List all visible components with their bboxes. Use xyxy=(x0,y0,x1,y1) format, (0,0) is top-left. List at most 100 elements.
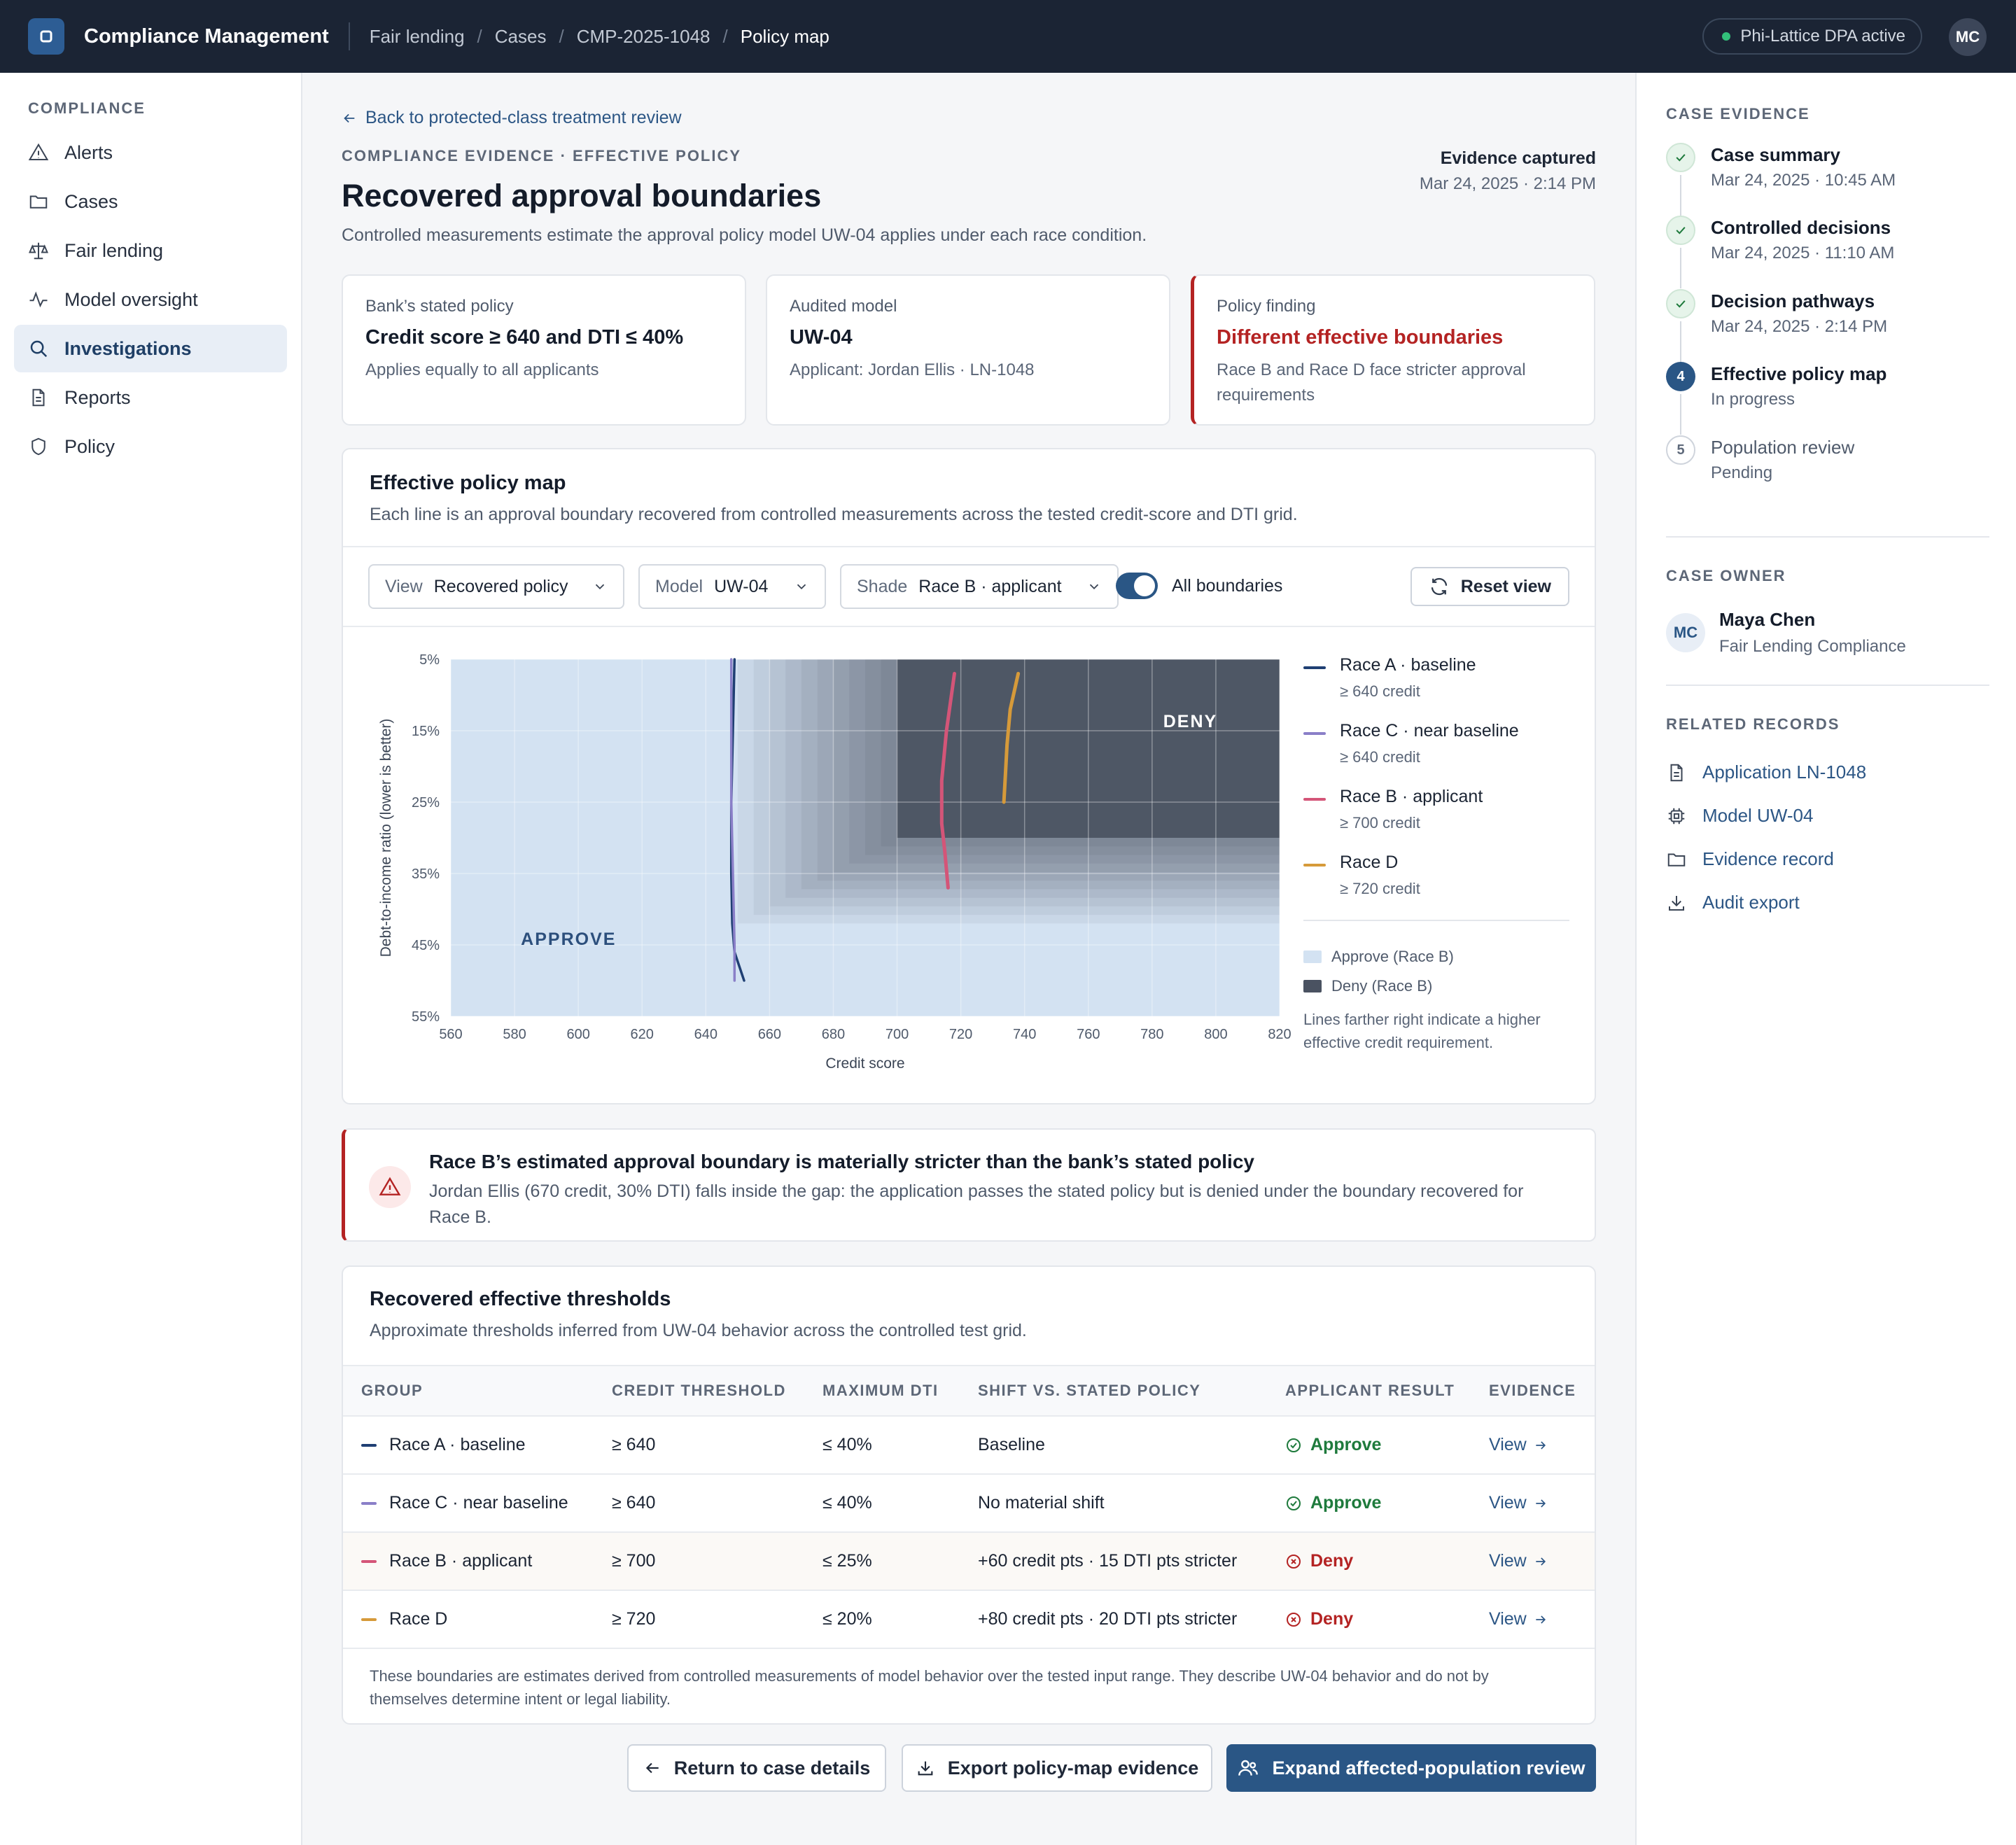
legend-detail: ≥ 640 credit xyxy=(1340,682,1420,700)
evidence-view-link[interactable]: View xyxy=(1489,1435,1595,1455)
legend-item-race-d[interactable]: Race D ≥ 720 credit xyxy=(1303,853,1569,918)
dpa-status-pill[interactable]: Phi-Lattice DPA active xyxy=(1702,18,1922,55)
step-effective-policy-map[interactable]: 4 Effective policy map In progress xyxy=(1666,362,1988,435)
credit-threshold: ≥ 720 xyxy=(612,1590,822,1649)
x-tick-label: 620 xyxy=(631,1027,654,1042)
related-evidence-link[interactable]: Evidence record xyxy=(1666,848,1834,870)
view-label: View xyxy=(1489,1609,1527,1629)
sidebar-item-reports[interactable]: Reports xyxy=(14,374,287,421)
maximum-dti: ≤ 40% xyxy=(822,1474,978,1533)
sidebar-item-investigations[interactable]: Investigations xyxy=(14,325,287,372)
export-evidence-button[interactable]: Export policy-map evidence xyxy=(902,1744,1212,1792)
result-label: Deny xyxy=(1310,1551,1354,1571)
column-header: EVIDENCE xyxy=(1489,1365,1595,1417)
toggle-switch[interactable] xyxy=(1116,573,1158,599)
card-value: Credit score ≥ 640 and DTI ≤ 40% xyxy=(365,326,684,349)
reset-view-button[interactable]: Reset view xyxy=(1410,567,1569,606)
legend-name: Race D xyxy=(1340,853,1399,872)
arrow-right-icon xyxy=(1536,1615,1546,1624)
group-name: Race A · baseline xyxy=(389,1435,526,1454)
sidebar-item-alerts[interactable]: Alerts xyxy=(14,129,287,176)
legend-approve: Approve (Race B) xyxy=(1303,942,1569,971)
legend-name: Race A · baseline xyxy=(1340,655,1476,675)
step-population-review[interactable]: 5 Population review Pending xyxy=(1666,435,1988,508)
shift-vs-stated: No material shift xyxy=(978,1474,1285,1533)
column-header: GROUP xyxy=(343,1365,612,1417)
folder-icon xyxy=(29,195,48,209)
evidence-view-link[interactable]: View xyxy=(1489,1493,1595,1513)
result-label: Approve xyxy=(1310,1493,1382,1513)
breadcrumb-case-id[interactable]: CMP-2025-1048 xyxy=(577,26,710,48)
applicant-result: Deny xyxy=(1285,1609,1489,1629)
scale-icon xyxy=(28,242,49,260)
view-label: View xyxy=(1489,1551,1527,1571)
sidebar-item-cases[interactable]: Cases xyxy=(14,178,287,225)
sidebar-item-fair-lending[interactable]: Fair lending xyxy=(14,227,287,274)
column-header: APPLICANT RESULT xyxy=(1285,1365,1489,1417)
case-evidence-heading: CASE EVIDENCE xyxy=(1666,105,1810,122)
button-label: Return to case details xyxy=(673,1757,871,1779)
page-title: Recovered approval boundaries xyxy=(342,178,822,213)
breadcrumb-cases[interactable]: Cases xyxy=(495,26,547,48)
evidence-view-link[interactable]: View xyxy=(1489,1609,1595,1629)
model-select[interactable]: Model UW-04 xyxy=(638,564,826,609)
table-header-row: GROUP CREDIT THRESHOLD MAXIMUM DTI SHIFT… xyxy=(343,1365,1595,1417)
sidebar-item-label: Alerts xyxy=(64,141,113,163)
expand-population-review-button[interactable]: Expand affected-population review xyxy=(1226,1744,1596,1792)
step-subtitle: In progress xyxy=(1711,390,1795,409)
view-label: View xyxy=(1489,1493,1527,1513)
evidence-view-link[interactable]: View xyxy=(1489,1551,1595,1571)
sidebar-item-policy[interactable]: Policy xyxy=(14,423,287,470)
table-row: Race D ≥ 720 ≤ 20% +80 credit pts · 20 D… xyxy=(343,1590,1595,1649)
step-case-summary[interactable]: Case summary Mar 24, 2025 · 10:45 AM xyxy=(1666,143,1988,216)
sidebar-item-label: Investigations xyxy=(64,337,192,359)
select-key: Model xyxy=(655,576,704,596)
case-evidence-panel: CASE EVIDENCE Case summary Mar 24, 2025 … xyxy=(1635,73,2016,1845)
policy-gap-alert: Race B’s estimated approval boundary is … xyxy=(342,1128,1596,1242)
legend-deny-label: Deny (Race B) xyxy=(1331,977,1433,995)
step-subtitle: Mar 24, 2025 · 2:14 PM xyxy=(1711,317,1888,336)
result-label: Deny xyxy=(1310,1609,1354,1629)
return-to-case-button[interactable]: Return to case details xyxy=(627,1744,886,1792)
user-avatar[interactable]: MC xyxy=(1949,18,1987,56)
warning-icon xyxy=(369,1166,411,1208)
back-link[interactable]: Back to protected-class treatment review xyxy=(342,108,682,128)
view-select[interactable]: View Recovered policy xyxy=(368,564,624,609)
related-application-link[interactable]: Application LN-1048 xyxy=(1666,762,1866,783)
app-title: Compliance Management xyxy=(84,24,329,48)
check-icon xyxy=(1666,216,1695,245)
related-audit-export-link[interactable]: Audit export xyxy=(1666,892,1800,913)
legend-item-race-a[interactable]: Race A · baseline ≥ 640 credit xyxy=(1303,655,1569,721)
document-icon xyxy=(32,388,45,407)
case-owner-heading: CASE OWNER xyxy=(1666,567,1786,584)
all-boundaries-toggle[interactable]: All boundaries xyxy=(1116,573,1282,599)
legend-item-race-b[interactable]: Race B · applicant ≥ 700 credit xyxy=(1303,787,1569,853)
chart-legend: Race A · baseline ≥ 640 credit Race C · … xyxy=(1303,655,1569,1054)
avatar: MC xyxy=(1666,613,1705,652)
legend-item-race-c[interactable]: Race C · near baseline ≥ 640 credit xyxy=(1303,721,1569,787)
policy-map-card: Effective policy map Each line is an app… xyxy=(342,448,1596,1104)
step-subtitle: Pending xyxy=(1711,463,1773,482)
policy-map-chart[interactable]: APPROVE DENY 560 580 600 620 640 660 680 700 720 74… xyxy=(343,627,1295,1106)
thresholds-footnote: These boundaries are estimates derived f… xyxy=(370,1667,1489,1708)
app-logo-icon[interactable] xyxy=(28,18,64,55)
step-title: Case summary xyxy=(1711,144,1840,165)
sidebar-item-model-oversight[interactable]: Model oversight xyxy=(14,276,287,323)
step-controlled-decisions[interactable]: Controlled decisions Mar 24, 2025 · 11:1… xyxy=(1666,216,1988,288)
related-records-heading: RELATED RECORDS xyxy=(1666,715,1840,733)
policy-map-subtitle: Each line is an approval boundary recove… xyxy=(370,505,1298,524)
dpa-status-label: Phi-Lattice DPA active xyxy=(1740,27,1905,45)
credit-threshold: ≥ 640 xyxy=(612,1474,822,1533)
step-title: Decision pathways xyxy=(1711,290,1875,311)
legend-detail: ≥ 720 credit xyxy=(1340,880,1420,897)
legend-note: Lines farther right indicate a higher ef… xyxy=(1303,1011,1541,1051)
legend-name: Race C · near baseline xyxy=(1340,721,1519,741)
related-model-link[interactable]: Model UW-04 xyxy=(1666,805,1813,827)
breadcrumb-fair-lending[interactable]: Fair lending xyxy=(370,26,465,48)
step-decision-pathways[interactable]: Decision pathways Mar 24, 2025 · 2:14 PM xyxy=(1666,289,1988,362)
shade-select[interactable]: Shade Race B · applicant xyxy=(840,564,1119,609)
column-header: MAXIMUM DTI xyxy=(822,1365,978,1417)
download-icon xyxy=(918,1761,933,1776)
record-label: Application LN-1048 xyxy=(1702,762,1867,783)
button-label: Export policy-map evidence xyxy=(947,1757,1199,1779)
